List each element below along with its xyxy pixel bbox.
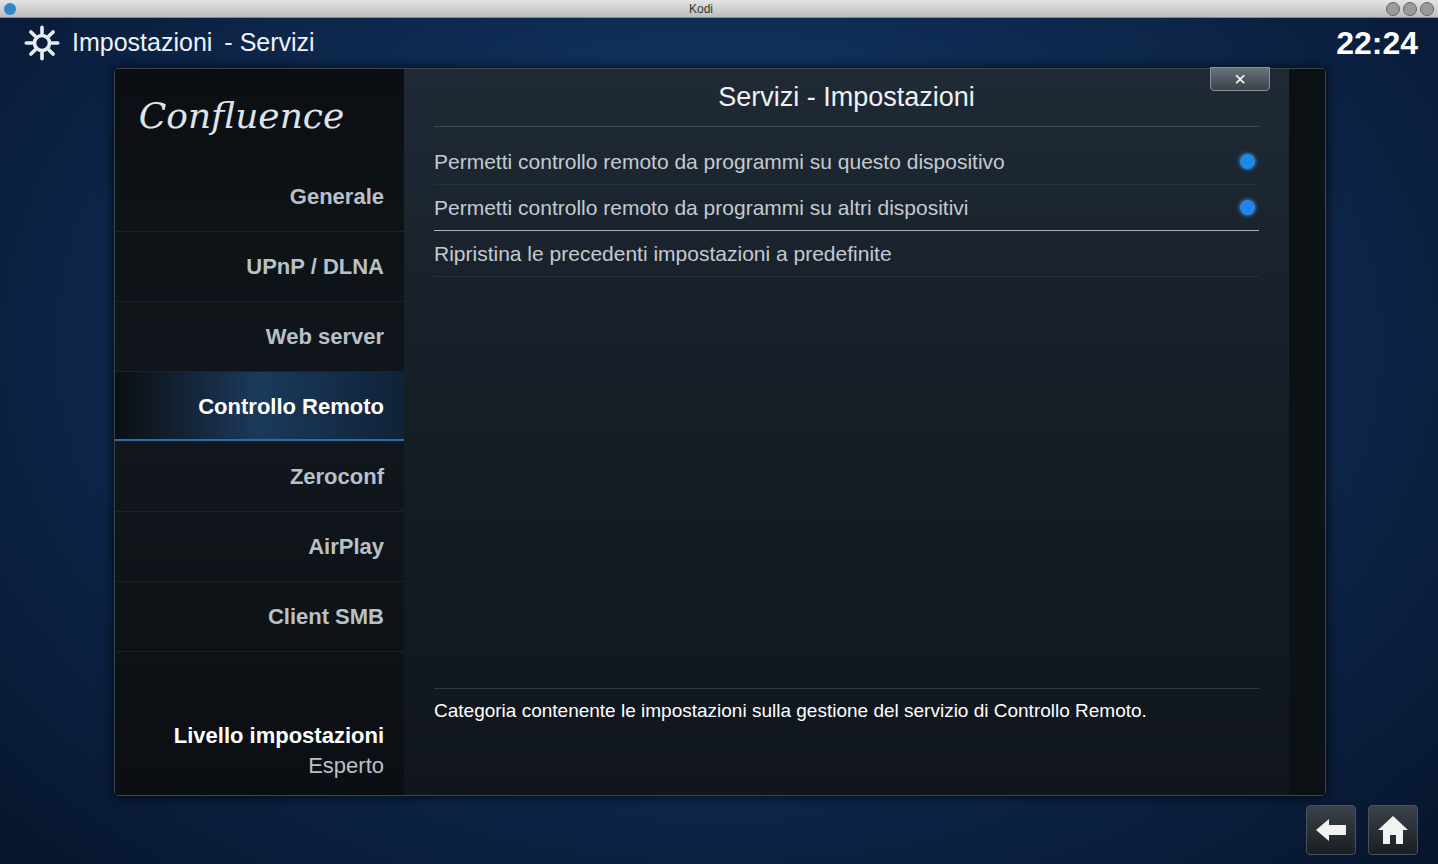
setting-label: Permetti controllo remoto da programmi s… — [434, 192, 1240, 224]
bottom-bar — [0, 796, 1438, 864]
sidebar: ConfluenceGeneraleUPnP / DLNAWeb serverC… — [115, 69, 404, 795]
close-button[interactable]: × — [1210, 67, 1270, 91]
home-button[interactable] — [1368, 805, 1418, 855]
setting-row[interactable]: Permetti controllo remoto da programmi s… — [434, 139, 1259, 185]
settings-level[interactable]: Livello impostazioniEsperto — [115, 721, 404, 795]
back-button[interactable] — [1306, 805, 1356, 855]
toggle-dot[interactable] — [1240, 154, 1255, 169]
header-title: Impostazioni — [72, 24, 212, 62]
sidebar-item[interactable]: Zeroconf — [115, 442, 404, 512]
window-title: Kodi — [16, 1, 1386, 17]
app-icon — [4, 3, 16, 15]
sidebar-item[interactable]: UPnP / DLNA — [115, 232, 404, 302]
settings-list: Permetti controllo remoto da programmi s… — [404, 127, 1289, 277]
title-bar: Kodi — [0, 0, 1438, 18]
home-icon — [1376, 814, 1410, 846]
setting-label: Ripristina le precedenti impostazioni a … — [434, 238, 1259, 270]
setting-label: Permetti controllo remoto da programmi s… — [434, 146, 1240, 178]
toggle-dot[interactable] — [1240, 200, 1255, 215]
maximize-button[interactable] — [1403, 2, 1417, 16]
kodi-window: Kodi Impostazioni - Servizi 22:24 Confluence… — [0, 0, 1438, 864]
sidebar-item[interactable]: Controllo Remoto — [115, 372, 404, 442]
sidebar-item[interactable]: Client SMB — [115, 582, 404, 652]
description: Categoria contenente le impostazioni sul… — [434, 688, 1259, 726]
setting-row[interactable]: Ripristina le precedenti impostazioni a … — [434, 231, 1259, 277]
settings-level-label: Livello impostazioni — [174, 721, 384, 751]
close-window-button[interactable] — [1420, 2, 1434, 16]
content: Servizi - Impostazioni Permetti controllo… — [404, 69, 1289, 795]
gear-icon — [24, 25, 60, 61]
sidebar-item[interactable]: Generale — [115, 162, 404, 232]
sidebar-item[interactable]: Web server — [115, 302, 404, 372]
sidebar-item[interactable]: AirPlay — [115, 512, 404, 582]
back-arrow-icon — [1314, 817, 1348, 843]
scroll-strip — [1289, 69, 1325, 795]
minimize-button[interactable] — [1386, 2, 1400, 16]
settings-panel: ConfluenceGeneraleUPnP / DLNAWeb serverC… — [114, 68, 1326, 796]
header: Impostazioni - Servizi 22:24 — [0, 18, 1438, 68]
panel-title: Servizi - Impostazioni — [434, 69, 1259, 127]
setting-row[interactable]: Permetti controllo remoto da programmi s… — [434, 185, 1259, 231]
confluence-logo: Confluence — [115, 69, 404, 162]
sidebar-menu: GeneraleUPnP / DLNAWeb serverControllo R… — [115, 162, 404, 652]
clock: 22:24 — [1336, 19, 1418, 67]
window-controls — [1386, 2, 1434, 16]
settings-level-value: Esperto — [308, 751, 384, 781]
header-section: - Servizi — [224, 24, 314, 62]
